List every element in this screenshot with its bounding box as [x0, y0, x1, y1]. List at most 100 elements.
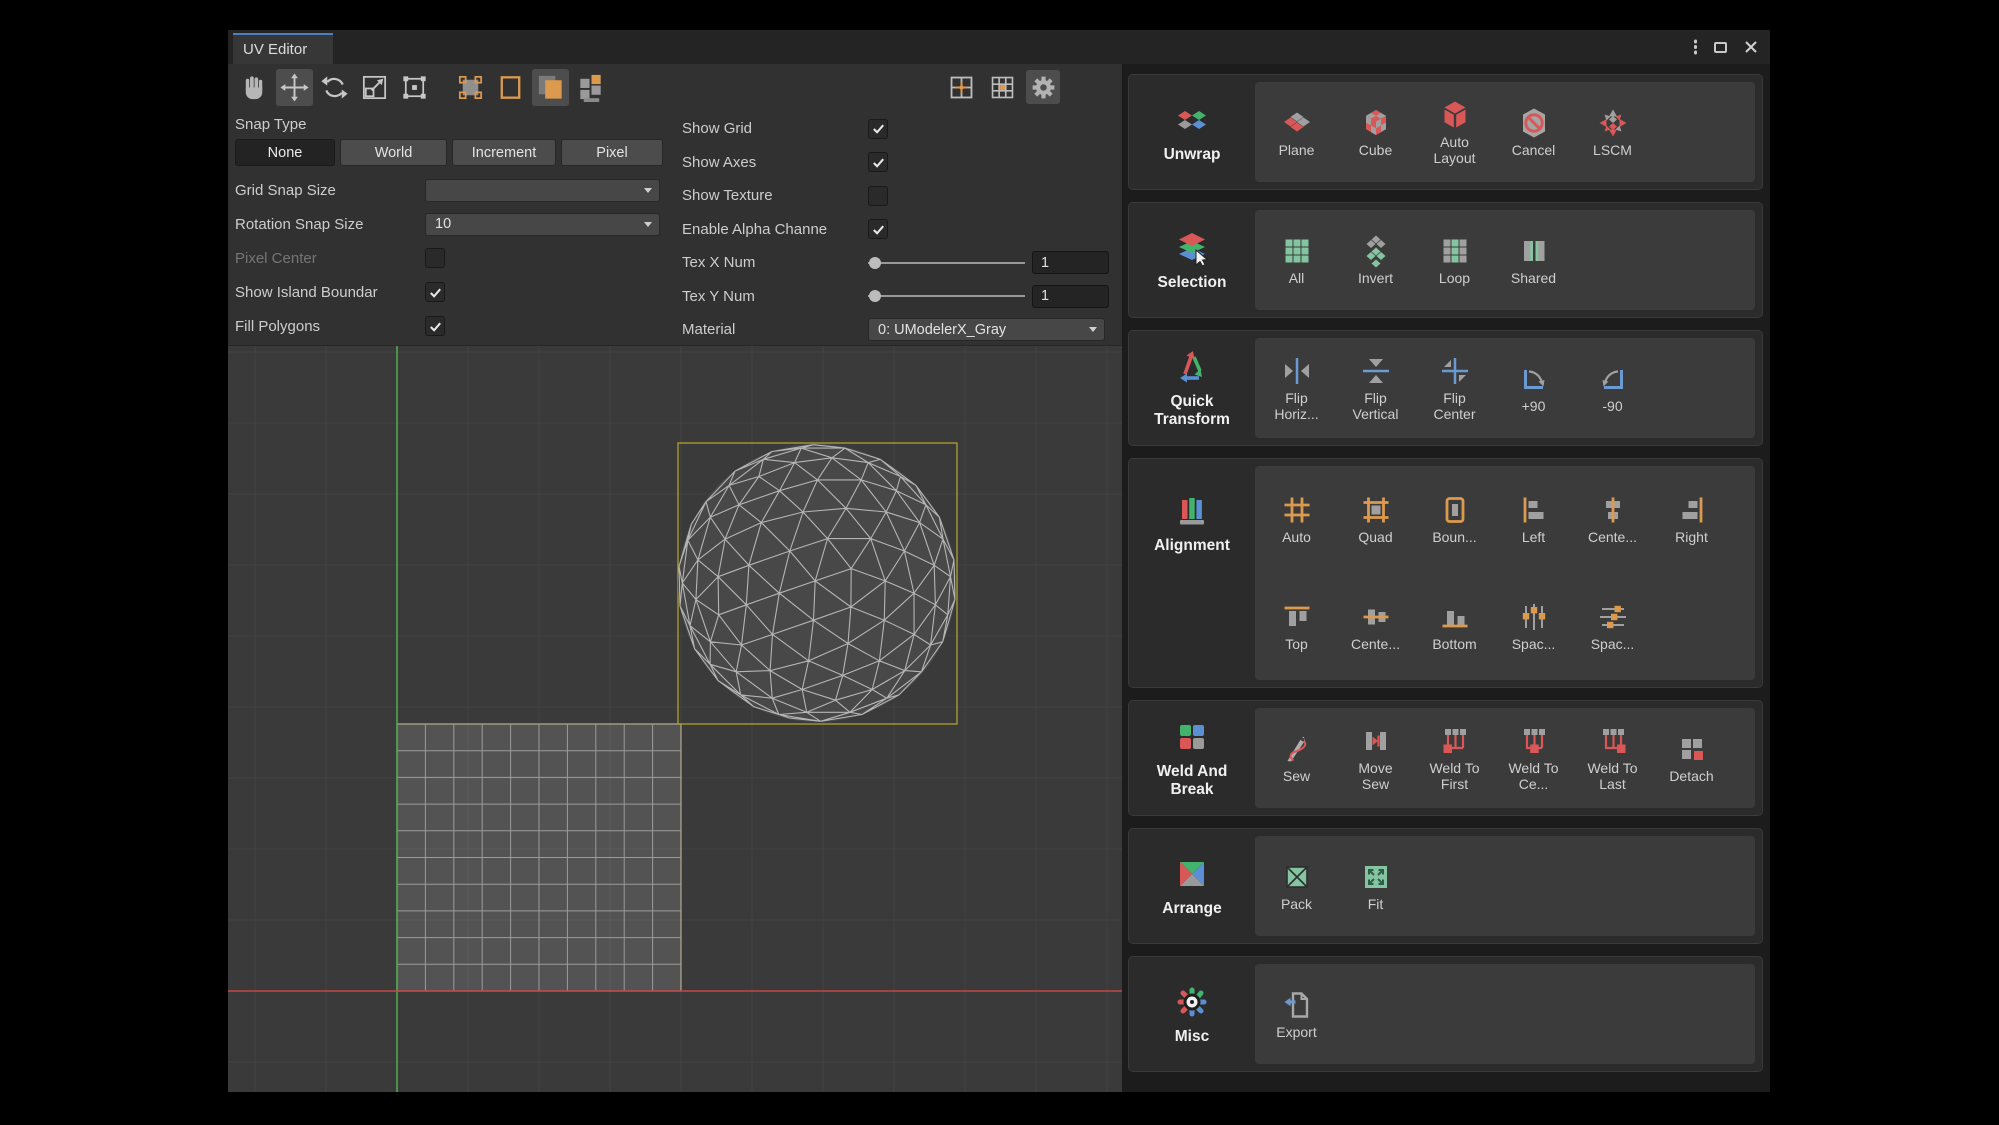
uv-tile-toggle-button[interactable] — [944, 70, 978, 104]
slider-knob[interactable] — [869, 257, 881, 269]
selection-shared-button[interactable]: Shared — [1494, 210, 1573, 310]
settings-label: Show Island Boundar — [235, 284, 425, 301]
snap-option-increment[interactable]: Increment — [452, 139, 556, 166]
tab-uv-editor[interactable]: UV Editor — [233, 33, 333, 64]
slider-knob[interactable] — [869, 290, 881, 302]
uv-editor-window: UV Editor Snap TypeNoneWorldIncrementPix… — [228, 30, 1770, 1092]
alignment-top-button[interactable]: Top — [1257, 573, 1336, 680]
alignment-bottom-button[interactable]: Bottom — [1415, 573, 1494, 680]
align-bottom-icon — [1438, 600, 1472, 634]
tex-y-num-value-field[interactable]: 1 — [1032, 285, 1109, 308]
unwrap-lscm-button[interactable]: LSCM — [1573, 82, 1652, 182]
weld-and-break-weld-to-last-button[interactable]: Weld To Last — [1573, 708, 1652, 808]
uv-grid-toggle-button[interactable] — [985, 70, 1019, 104]
weld-and-break-detach-button[interactable]: Detach — [1652, 708, 1731, 808]
vertex-mode-button[interactable] — [452, 69, 489, 106]
unwrap-auto-layout-button[interactable]: Auto Layout — [1415, 82, 1494, 182]
alignment-boun-button[interactable]: Boun... — [1415, 466, 1494, 573]
more-menu-icon[interactable] — [1694, 45, 1698, 49]
pan-tool-button[interactable] — [236, 69, 273, 106]
uv-canvas[interactable] — [228, 346, 1122, 1092]
unwrap-cube-button[interactable]: Cube — [1336, 82, 1415, 182]
cube-icon — [1359, 106, 1393, 140]
settings-row-pixel-center: Pixel Center — [235, 241, 678, 275]
show-axes-checkbox[interactable] — [868, 152, 888, 172]
alignment-cente-button[interactable]: Cente... — [1336, 573, 1415, 680]
group-header-selection: Selection — [1129, 203, 1255, 317]
button-row: AutoQuadBoun...LeftCente...Right — [1255, 466, 1755, 573]
uv-tools-panel: UnwrapPlaneCubeAuto LayoutCancelLSCMSele… — [1122, 64, 1770, 1092]
group-header-arrange: Arrange — [1129, 829, 1255, 943]
alignment-spac-button[interactable]: Spac... — [1494, 573, 1573, 680]
group-alignment: AlignmentAutoQuadBoun...LeftCente...Righ… — [1128, 458, 1763, 688]
quick-transform-+90-button[interactable]: +90 — [1494, 338, 1573, 438]
selection-invert-button[interactable]: Invert — [1336, 210, 1415, 310]
group-buttons: AllInvertLoop Shared — [1255, 210, 1755, 310]
button-label: Shared — [1511, 271, 1556, 287]
island-mode-button[interactable] — [572, 69, 609, 106]
weld-and-break-weld-to-ce-button[interactable]: Weld To Ce... — [1494, 708, 1573, 808]
weld-and-break-weld-to-first-button[interactable]: Weld To First — [1415, 708, 1494, 808]
maximize-icon[interactable] — [1714, 42, 1727, 53]
grid-snap-size-dropdown[interactable] — [425, 179, 660, 202]
button-label: Move Sew — [1344, 761, 1408, 792]
tex-x-num-value-field[interactable]: 1 — [1032, 251, 1109, 274]
snap-option-world[interactable]: World — [340, 139, 447, 166]
unwrap-plane-button[interactable]: Plane — [1257, 82, 1336, 182]
enable-alpha-channe-checkbox[interactable] — [868, 219, 888, 239]
scale-tool-button[interactable] — [356, 69, 393, 106]
face-mode-button[interactable] — [532, 69, 569, 106]
rotate-tool-button[interactable] — [316, 69, 353, 106]
weld-and-break-move-sew-button[interactable]: Move Sew — [1336, 708, 1415, 808]
button-label: Spac... — [1512, 637, 1556, 653]
move-tool-button[interactable] — [276, 69, 313, 106]
rot-plus90-icon — [1517, 362, 1551, 396]
quick-transform-90-button[interactable]: -90 — [1573, 338, 1652, 438]
arrange-fit-button[interactable]: Fit — [1336, 836, 1415, 936]
unwrap-cancel-button[interactable]: Cancel — [1494, 82, 1573, 182]
window-body: Snap TypeNoneWorldIncrementPixelGrid Sna… — [228, 64, 1770, 1092]
selection-all-button[interactable]: All — [1257, 210, 1336, 310]
show-island-boundar-checkbox[interactable] — [425, 282, 445, 302]
tex-y-num-slider[interactable] — [868, 287, 1025, 305]
quick-transform-flip-horiz-button[interactable]: Flip Horiz... — [1257, 338, 1336, 438]
transform-tool-button[interactable] — [396, 69, 433, 106]
material-dropdown[interactable]: 0: UModelerX_Gray — [868, 318, 1105, 341]
fill-polygons-checkbox[interactable] — [425, 316, 445, 336]
alignment-quad-button[interactable]: Quad — [1336, 466, 1415, 573]
face-mode-icon — [535, 72, 566, 103]
group-buttons: Export — [1255, 964, 1755, 1064]
weld-and-break-sew-button[interactable]: Sew — [1257, 708, 1336, 808]
quick-transform-flip-center-button[interactable]: Flip Center — [1415, 338, 1494, 438]
settings-row-tex-y-num: Tex Y Num1 — [682, 280, 1118, 314]
edge-mode-button[interactable] — [492, 69, 529, 106]
button-label: Top — [1285, 637, 1308, 653]
toolbar-left — [236, 69, 609, 106]
alignment-auto-button[interactable]: Auto — [1257, 466, 1336, 573]
alignment-spac-button[interactable]: Spac... — [1573, 573, 1652, 680]
settings-row-show-axes: Show Axes — [682, 146, 1118, 180]
move-icon — [279, 72, 310, 103]
snap-option-pixel[interactable]: Pixel — [561, 139, 663, 166]
alignment-right-button[interactable]: Right — [1652, 466, 1731, 573]
arrange-pack-button[interactable]: Pack — [1257, 836, 1336, 936]
rotation-snap-size-dropdown[interactable]: 10 — [425, 213, 660, 236]
group-buttons: Sew Move SewWeld To FirstWeld To Ce...Wel… — [1255, 708, 1755, 808]
settings-right-column: Show GridShow AxesShow TextureEnable Alp… — [682, 112, 1118, 347]
snap-option-none[interactable]: None — [235, 139, 335, 166]
settings-row-show-island-boundar: Show Island Boundar — [235, 275, 678, 309]
settings-toggle-button[interactable] — [1026, 70, 1060, 104]
show-grid-checkbox[interactable] — [868, 119, 888, 139]
align-center-h-icon — [1596, 493, 1630, 527]
quick-transform-flip-vertical-button[interactable]: Flip Vertical — [1336, 338, 1415, 438]
alignment-left-button[interactable]: Left — [1494, 466, 1573, 573]
alignment-cente-button[interactable]: Cente... — [1573, 466, 1652, 573]
tex-x-num-slider[interactable] — [868, 254, 1025, 272]
show-texture-checkbox[interactable] — [868, 186, 888, 206]
pixel-center-checkbox[interactable] — [425, 248, 445, 268]
slider-track — [868, 295, 1025, 297]
misc-export-button[interactable]: Export — [1257, 964, 1336, 1064]
close-icon[interactable] — [1744, 40, 1758, 54]
flip-v-icon — [1359, 354, 1393, 388]
selection-loop-button[interactable]: Loop — [1415, 210, 1494, 310]
